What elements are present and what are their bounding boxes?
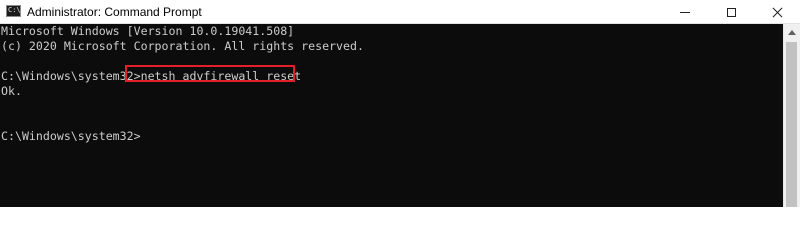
prompt-glyph: C:\ <box>8 6 21 14</box>
console-line: Microsoft Windows [Version 10.0.19041.50… <box>1 24 295 38</box>
console-line: Ok. <box>1 84 22 98</box>
minimize-icon <box>680 11 690 13</box>
maximize-icon <box>726 7 736 17</box>
command-prompt-window: C:\ Administrator: Command Prompt Micros… <box>0 0 800 207</box>
window-title: Administrator: Command Prompt <box>27 5 202 19</box>
console-command-line: C:\Windows\system32>netsh advfirewall re… <box>1 69 302 83</box>
console-output[interactable]: Microsoft Windows [Version 10.0.19041.50… <box>0 24 783 207</box>
console-prompt-line[interactable]: C:\Windows\system32> <box>1 129 783 144</box>
maximize-button[interactable] <box>708 0 754 24</box>
vertical-scrollbar[interactable] <box>783 24 800 207</box>
command-prompt-icon[interactable]: C:\ <box>6 5 21 17</box>
title-bar[interactable]: C:\ Administrator: Command Prompt <box>0 0 800 24</box>
scroll-up-button[interactable] <box>784 24 800 41</box>
close-icon <box>772 7 783 18</box>
close-button[interactable] <box>754 0 800 24</box>
console-line: (c) 2020 Microsoft Corporation. All righ… <box>1 39 364 53</box>
arrow-up-icon <box>788 30 796 35</box>
scroll-thumb[interactable] <box>786 42 797 207</box>
minimize-button[interactable] <box>662 0 708 24</box>
